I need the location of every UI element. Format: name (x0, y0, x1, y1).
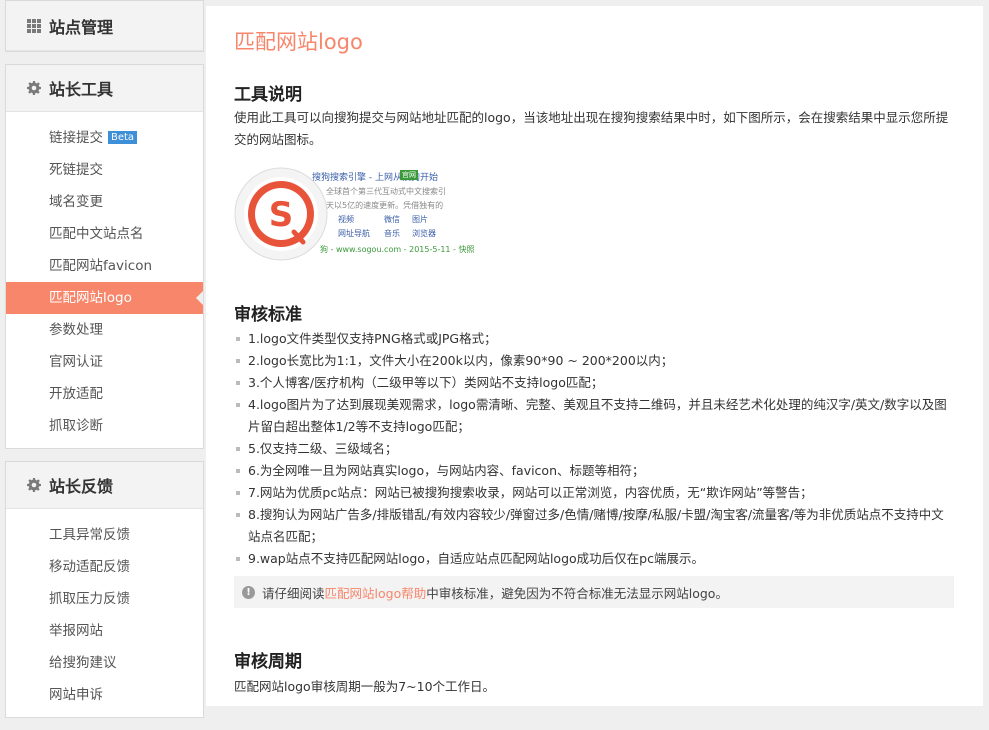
logo-help-link[interactable]: 匹配网站logo帮助 (325, 583, 427, 602)
webmaster-feedback-header[interactable]: 站长反馈 (6, 462, 203, 509)
page-title: 匹配网站logo (234, 30, 363, 54)
sidebar-item-domain-change[interactable]: 域名变更 (6, 186, 203, 218)
webmaster-feedback-label: 站长反馈 (49, 477, 114, 496)
sidebar-item-report-site[interactable]: 举报网站 (6, 615, 203, 647)
example-link-nav: 网址导航 (338, 229, 370, 238)
beta-badge: Beta (108, 131, 138, 144)
example-link-video: 视频 (338, 215, 354, 224)
sidebar-item-crawl-pressure[interactable]: 抓取压力反馈 (6, 583, 203, 615)
example-line2: 天以5亿的速度更新。凭借独有的 (326, 201, 444, 210)
review-standards-heading: 审核标准 (234, 305, 302, 325)
sogou-logo-icon: S (234, 167, 328, 261)
webmaster-tools-header[interactable]: 站长工具 (6, 65, 203, 112)
sidebar-item-logo[interactable]: 匹配网站logo (6, 282, 203, 314)
sidebar-item-link-submit[interactable]: 链接提交 Beta (6, 122, 203, 154)
list-item: 5.仅支持二级、三级域名； (234, 438, 956, 460)
sidebar-item-params[interactable]: 参数处理 (6, 314, 203, 346)
list-item: 6.为全网唯一且为网站真实logo，与网站内容、favicon、标题等相符； (234, 460, 956, 482)
example-link-music: 音乐 (384, 229, 400, 238)
sidebar: 站点管理 站长工具 链接提交 Beta 死链提交 域名变更 匹配中文站点名 匹配网… (5, 0, 204, 730)
site-management-panel: 站点管理 (5, 0, 204, 52)
review-rules-list: 1.logo文件类型仅支持PNG格式或JPG格式； 2.logo长宽比为1:1，… (234, 328, 956, 570)
example-link-image: 图片 (412, 215, 428, 224)
sidebar-item-open-adapt[interactable]: 开放适配 (6, 378, 203, 410)
webmaster-tools-label: 站长工具 (49, 80, 114, 99)
list-item: 2.logo长宽比为1:1，文件大小在200k以内，像素90*90 ~ 200*… (234, 350, 956, 372)
sidebar-item-suggestion[interactable]: 给搜狗建议 (6, 647, 203, 679)
feedback-menu: 工具异常反馈 移动适配反馈 抓取压力反馈 举报网站 给搜狗建议 网站申诉 (6, 509, 203, 717)
review-notice: ! 请仔细阅读 匹配网站logo帮助 中审核标准，避免因为不符合标准无法显示网站lo… (234, 576, 954, 608)
sidebar-item-official-cert[interactable]: 官网认证 (6, 346, 203, 378)
example-link-browser: 浏览器 (412, 229, 436, 238)
review-period-heading: 审核周期 (234, 652, 302, 672)
list-item: 1.logo文件类型仅支持PNG格式或JPG格式； (234, 328, 956, 350)
main-content: 匹配网站logo 工具说明 使用此工具可以向搜狗提交与网站地址匹配的logo，当… (206, 6, 983, 706)
tool-description-text: 使用此工具可以向搜狗提交与网站地址匹配的logo，当该地址出现在搜狗搜索结果中时… (234, 110, 949, 147)
sidebar-item-crawl-diagnose[interactable]: 抓取诊断 (6, 410, 203, 442)
tool-description-heading: 工具说明 (234, 85, 302, 105)
example-url: 狗 - www.sogou.com - 2015-5-11 - 快照 (320, 245, 475, 254)
site-management-label: 站点管理 (49, 17, 114, 37)
tools-menu: 链接提交 Beta 死链提交 域名变更 匹配中文站点名 匹配网站favicon 匹… (6, 112, 203, 448)
sidebar-item-appeal[interactable]: 网站申诉 (6, 679, 203, 711)
webmaster-tools-panel: 站长工具 链接提交 Beta 死链提交 域名变更 匹配中文站点名 匹配网站favi… (5, 64, 204, 449)
example-title: 搜狗搜索引擎 - 上网从搜狗开始 (312, 173, 438, 183)
sidebar-item-chinese-site-name[interactable]: 匹配中文站点名 (6, 218, 203, 250)
sidebar-item-favicon[interactable]: 匹配网站favicon (6, 250, 203, 282)
gear-icon (26, 80, 42, 96)
warning-icon: ! (242, 585, 255, 599)
sidebar-item-mobile-adapt[interactable]: 移动适配反馈 (6, 551, 203, 583)
grid-icon (26, 18, 42, 34)
example-line1: 全球首个第三代互动式中文搜索引 (326, 187, 446, 196)
search-result-example-image: 搜狗搜索引擎 - 上网从搜狗开始 官网 全球首个第三代互动式中文搜索引 天以5亿… (234, 164, 475, 264)
notice-text-after: 中审核标准，避免因为不符合标准无法显示网站logo。 (426, 585, 728, 601)
site-management-header[interactable]: 站点管理 (6, 1, 203, 51)
example-official-tag: 官网 (400, 170, 418, 180)
list-item: 9.wap站点不支持匹配网站logo，自适应站点匹配网站logo成功后仅在pc端… (234, 548, 956, 570)
list-item: 8.搜狗认为网站广告多/排版错乱/有效内容较少/弹窗过多/色情/赌博/按摩/私服… (234, 504, 956, 548)
list-item: 7.网站为优质pc站点：网站已被搜狗搜索收录，网站可以正常浏览，内容优质，无“欺… (234, 482, 956, 504)
review-period-text: 匹配网站logo审核周期一般为7~10个工作日。 (234, 679, 496, 694)
gear-icon (26, 477, 42, 493)
notice-text-before: 请仔细阅读 (262, 585, 325, 601)
svg-text:S: S (269, 195, 294, 235)
sidebar-item-tool-error[interactable]: 工具异常反馈 (6, 519, 203, 551)
sidebar-item-dead-link[interactable]: 死链提交 (6, 154, 203, 186)
webmaster-feedback-panel: 站长反馈 工具异常反馈 移动适配反馈 抓取压力反馈 举报网站 给搜狗建议 网站申… (5, 461, 204, 718)
list-item: 3.个人博客/医疗机构（二级甲等以下）类网站不支持logo匹配； (234, 372, 956, 394)
list-item: 4.logo图片为了达到展现美观需求，logo需清晰、完整、美观且不支持二维码，… (234, 394, 956, 438)
example-link-wechat: 微信 (384, 215, 400, 224)
